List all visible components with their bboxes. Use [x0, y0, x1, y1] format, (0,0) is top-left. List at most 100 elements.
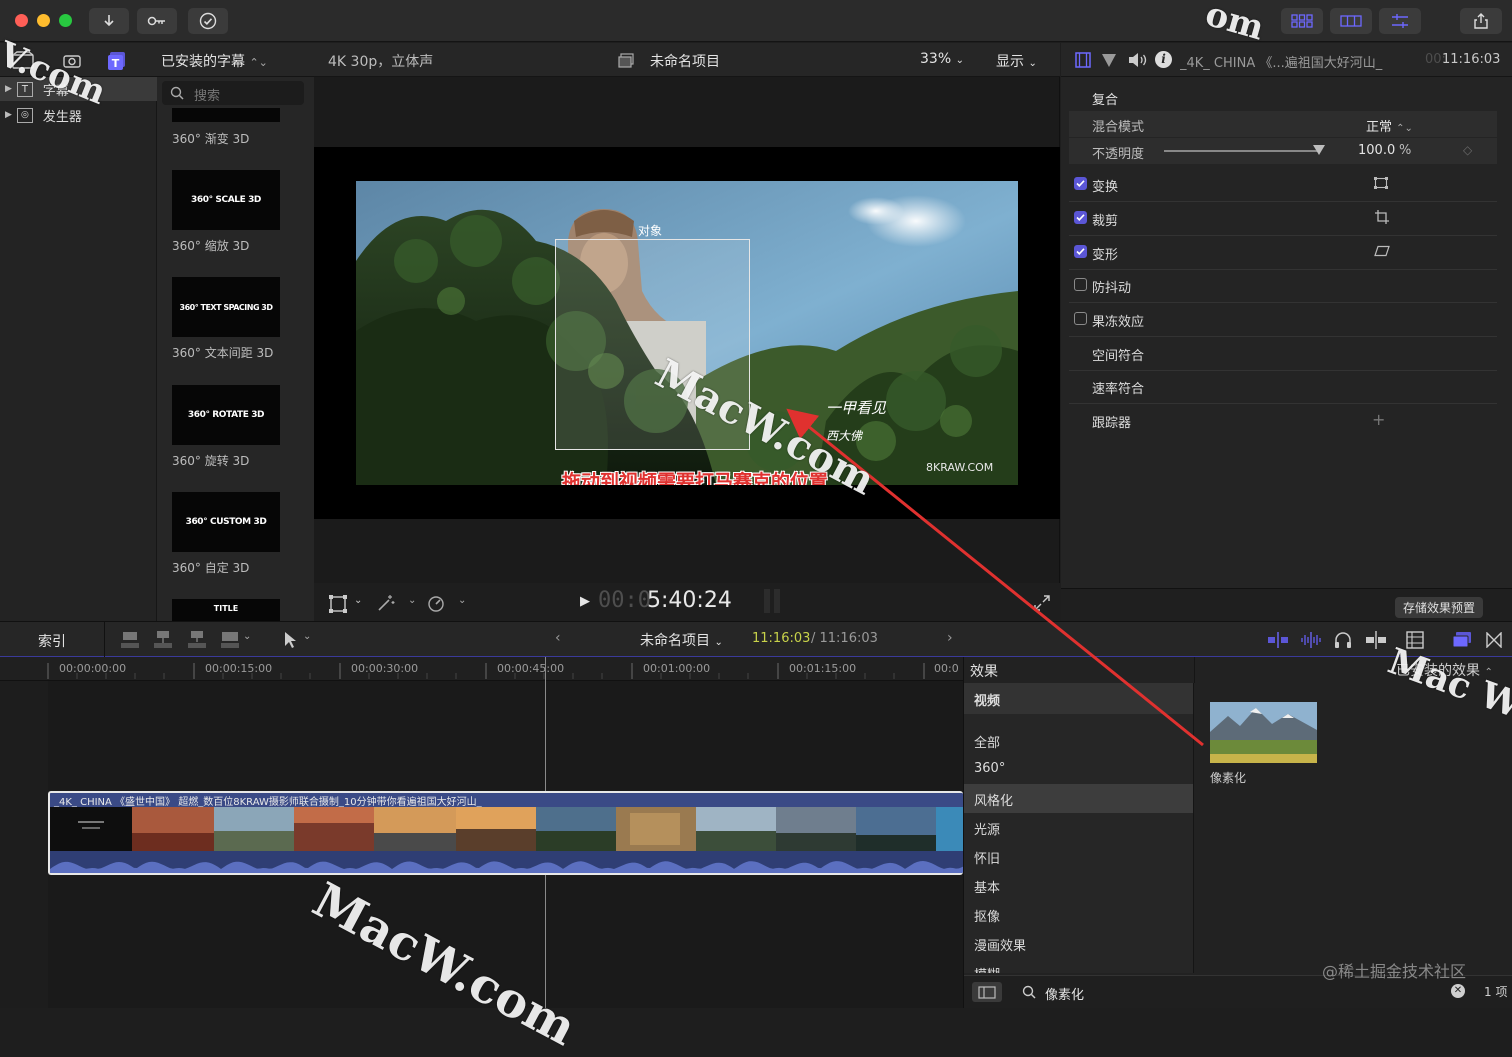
- zoom-window-button[interactable]: [59, 14, 72, 27]
- color-inspector-icon[interactable]: [1101, 53, 1117, 68]
- inspector-row-tracker[interactable]: 跟踪器 +: [1069, 405, 1497, 435]
- transform-tool-icon[interactable]: [329, 595, 347, 613]
- share-button[interactable]: [1460, 8, 1502, 34]
- fullscreen-icon[interactable]: [1034, 595, 1050, 611]
- sidebar-item-generators[interactable]: ▶ ◎ 发生器: [0, 103, 157, 127]
- import-button[interactable]: [89, 8, 129, 34]
- transform-checkbox[interactable]: [1074, 177, 1087, 190]
- overwrite-clip-icon[interactable]: [220, 630, 240, 650]
- clear-search-icon[interactable]: ✕: [1451, 984, 1465, 998]
- play-button[interactable]: ▶: [580, 594, 590, 609]
- installed-effects-menu[interactable]: 已安装的效果 ⌃: [1396, 660, 1493, 680]
- chevron-down-icon[interactable]: ⌄: [458, 595, 466, 606]
- opacity-value[interactable]: 100.0: [1358, 143, 1395, 158]
- magic-wand-icon[interactable]: [376, 594, 396, 612]
- rolling-shutter-checkbox[interactable]: [1074, 312, 1087, 325]
- save-effects-preset-button[interactable]: 存储效果预置: [1395, 597, 1484, 618]
- distort-checkbox[interactable]: [1074, 245, 1087, 258]
- inspector-row-transform[interactable]: 变换: [1069, 169, 1497, 199]
- inspector-row-rolling-shutter[interactable]: 果冻效应: [1069, 304, 1497, 334]
- video-inspector-icon[interactable]: [1075, 52, 1091, 68]
- distort-icon[interactable]: [1374, 245, 1390, 257]
- speedometer-icon[interactable]: [426, 594, 446, 612]
- index-button[interactable]: 索引: [38, 631, 66, 651]
- video-frame[interactable]: 对象 一甲看见 西大佛 8KRAW.COM 拖动到视频需要打马赛克的位置: [356, 181, 1018, 485]
- timeline-clip[interactable]: _4K_ CHINA 《盛世中国》 超燃_数百位8KRAW摄影师联合摄制_10分…: [48, 791, 963, 875]
- search-input[interactable]: 搜索: [162, 81, 304, 105]
- blend-mode-popup[interactable]: 正常 ⌃⌄: [1366, 116, 1413, 135]
- chevron-down-icon[interactable]: ⌄: [303, 631, 311, 642]
- timeline[interactable]: 00:00:00:00 00:00:15:00 00:00:30:00 00:0…: [0, 657, 963, 1008]
- instruction-caption: 拖动到视频需要打马赛克的位置: [562, 471, 829, 485]
- category-keying[interactable]: 抠像: [964, 900, 1193, 929]
- background-tasks-button[interactable]: [188, 8, 228, 34]
- forward-arrow-icon[interactable]: ›: [947, 630, 953, 646]
- category-stylize[interactable]: 风格化: [964, 784, 1193, 813]
- inspector-row-spatial-conform[interactable]: 空间符合: [1069, 338, 1497, 368]
- sidebar-toggle-icon[interactable]: [972, 982, 1002, 1002]
- effects-browser-icon[interactable]: [1452, 631, 1472, 649]
- effects-search-field[interactable]: 像素化 ✕: [1014, 982, 1474, 1004]
- chevron-down-icon[interactable]: ⌄: [243, 631, 251, 642]
- category-label: 360°: [974, 761, 1006, 776]
- keywords-button[interactable]: [137, 8, 177, 34]
- snapping-icon[interactable]: [1365, 631, 1387, 649]
- opacity-slider-track[interactable]: [1164, 145, 1325, 155]
- disclosure-triangle-icon[interactable]: ▶: [5, 84, 12, 94]
- category-comic[interactable]: 漫画效果: [964, 929, 1193, 958]
- connect-clip-icon[interactable]: [120, 630, 140, 650]
- category-360[interactable]: 360°: [964, 755, 1193, 784]
- inspector-row-stabilization[interactable]: 防抖动: [1069, 270, 1497, 300]
- category-basics[interactable]: 基本: [964, 871, 1193, 900]
- close-window-button[interactable]: [15, 14, 28, 27]
- inspector-view-button[interactable]: [1379, 8, 1421, 34]
- viewer-canvas[interactable]: 对象 一甲看见 西大佛 8KRAW.COM 拖动到视频需要打马赛克的位置: [314, 147, 1060, 519]
- category-header-video[interactable]: 视频: [964, 683, 1193, 714]
- minimize-window-button[interactable]: [37, 14, 50, 27]
- keyframe-diamond-icon[interactable]: ◇: [1463, 143, 1472, 157]
- append-clip-icon[interactable]: [187, 630, 207, 650]
- chevron-down-icon[interactable]: ⌄: [408, 595, 416, 606]
- category-light[interactable]: 光源: [964, 813, 1193, 842]
- title-thumbnail[interactable]: [172, 108, 280, 122]
- inspector-row-rate-conform[interactable]: 速率符合: [1069, 371, 1497, 401]
- skimming-icon[interactable]: [1267, 632, 1289, 648]
- disclosure-triangle-icon[interactable]: ▶: [5, 110, 12, 120]
- inspector-row-distort[interactable]: 变形: [1069, 237, 1497, 267]
- compositing-section-title[interactable]: 复合: [1092, 89, 1118, 108]
- timeline-ruler[interactable]: 00:00:00:00 00:00:15:00 00:00:30:00 00:0…: [0, 657, 963, 681]
- effect-thumbnail-pixellate[interactable]: [1210, 702, 1317, 763]
- category-all[interactable]: 全部: [964, 726, 1193, 755]
- timeline-view-button[interactable]: [1330, 8, 1372, 34]
- inspector-row-crop[interactable]: 裁剪: [1069, 203, 1497, 233]
- headphones-icon[interactable]: [1334, 631, 1352, 649]
- add-tracker-button[interactable]: +: [1372, 410, 1385, 429]
- project-name-menu[interactable]: 未命名项目 ⌄: [640, 630, 723, 650]
- browser-view-button[interactable]: [1281, 8, 1323, 34]
- photos-audio-icon[interactable]: [62, 51, 82, 69]
- clip-appearance-icon[interactable]: [1406, 631, 1424, 649]
- titles-list: 搜索 360° 渐变 3D 360° SCALE 3D 360° 缩放 3D 3…: [157, 77, 314, 621]
- libraries-icon[interactable]: [12, 51, 34, 69]
- info-inspector-icon[interactable]: i: [1155, 51, 1172, 68]
- library-dropdown[interactable]: 已安装的字幕 ⌃⌄: [161, 51, 268, 71]
- select-arrow-icon[interactable]: [283, 631, 297, 649]
- audio-skimming-icon[interactable]: [1300, 632, 1322, 648]
- zoom-menu[interactable]: 33% ⌄: [920, 51, 964, 67]
- transitions-browser-icon[interactable]: [1486, 632, 1502, 648]
- insert-clip-icon[interactable]: [153, 630, 173, 650]
- back-arrow-icon[interactable]: ‹: [555, 630, 561, 646]
- chevron-down-icon[interactable]: ⌄: [354, 595, 362, 606]
- display-menu[interactable]: 显示 ⌄: [996, 51, 1037, 71]
- category-blur[interactable]: 模糊: [964, 958, 1193, 973]
- object-selection-box[interactable]: [555, 239, 750, 450]
- crop-checkbox[interactable]: [1074, 211, 1087, 224]
- category-retro[interactable]: 怀旧: [964, 842, 1193, 871]
- sidebar-item-titles[interactable]: ▶ T 字幕: [0, 77, 157, 101]
- audio-inspector-icon[interactable]: [1127, 52, 1147, 68]
- transform-icon[interactable]: [1374, 177, 1388, 189]
- stabilization-checkbox[interactable]: [1074, 278, 1087, 291]
- opacity-slider-knob[interactable]: [1313, 145, 1325, 155]
- crop-icon[interactable]: [1375, 210, 1389, 224]
- titles-generators-icon[interactable]: T: [107, 51, 127, 71]
